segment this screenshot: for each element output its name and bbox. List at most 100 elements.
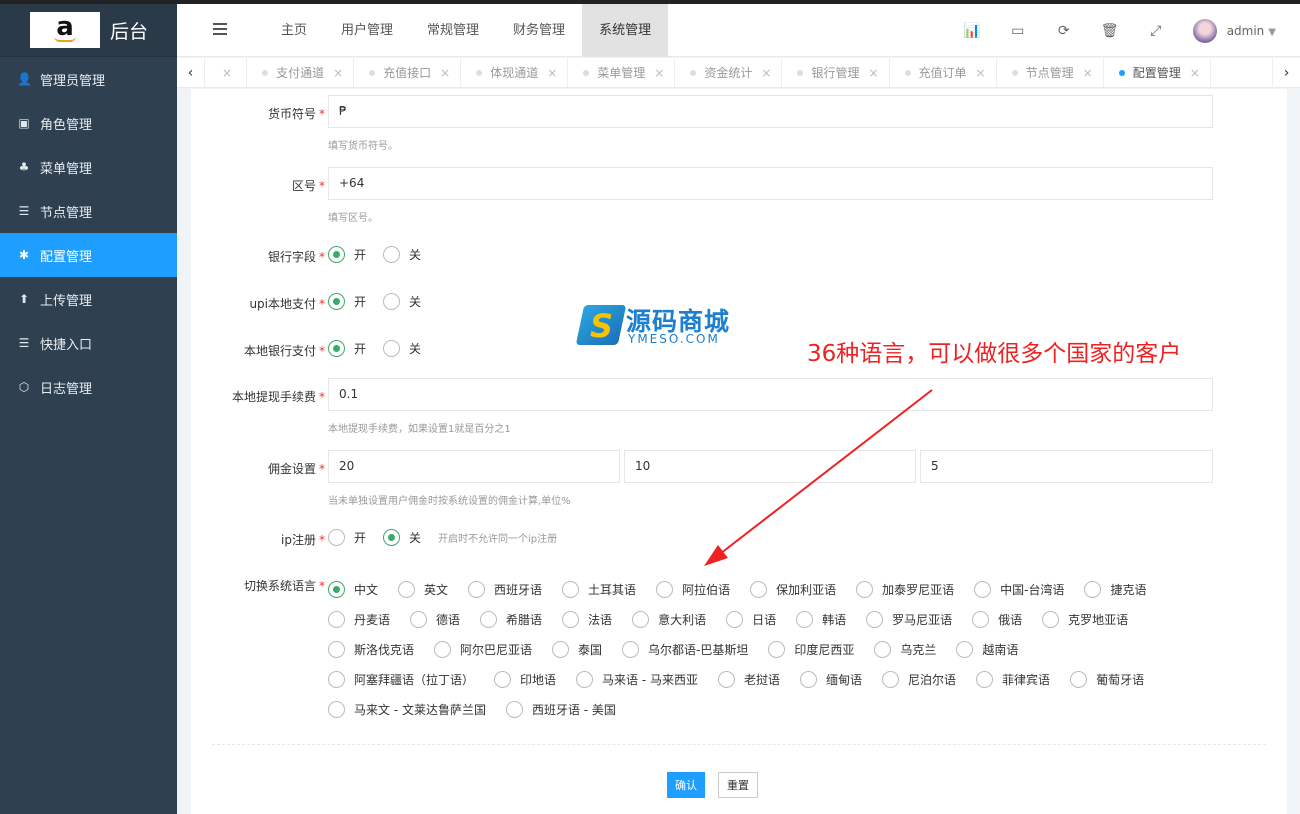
language-radio[interactable]: 尼泊尔语 — [882, 670, 956, 688]
tab-4[interactable]: 资金统计 × — [675, 58, 783, 87]
header-tools: 📊 ▭ ⟳ 🗑 ⤢ admin ▼ — [949, 4, 1300, 57]
refresh-icon[interactable]: ⟳ — [1041, 23, 1087, 39]
tabs-scroll-left-icon[interactable]: ‹ — [177, 58, 205, 88]
language-radio[interactable]: 阿拉伯语 — [656, 580, 730, 598]
sidebar-item-1[interactable]: ▣ 角色管理 — [0, 101, 177, 145]
close-icon[interactable]: × — [547, 66, 557, 80]
bank-field-on-radio[interactable]: 开 — [328, 246, 366, 263]
tab-5[interactable]: 银行管理 × — [782, 58, 890, 87]
tab-2[interactable]: 体现通道 × — [461, 58, 569, 87]
card-icon[interactable]: ▭ — [995, 23, 1041, 39]
sidebar-item-0[interactable]: 👤 管理员管理 — [0, 57, 177, 101]
amazon-logo[interactable]: a — [30, 12, 100, 48]
language-radio[interactable]: 印地语 — [494, 670, 556, 688]
close-icon[interactable]: × — [333, 66, 343, 80]
language-radio[interactable]: 西班牙语 - 美国 — [505, 700, 616, 718]
language-label: 德语 — [436, 612, 461, 627]
bank-field-off-radio[interactable]: 关 — [383, 246, 421, 263]
top-menu-item-4[interactable]: 系统管理 — [582, 4, 669, 57]
user-menu[interactable]: admin ▼ — [1227, 24, 1276, 38]
language-radio[interactable]: 保加利亚语 — [750, 580, 836, 598]
language-radio[interactable]: 克罗地亚语 — [1042, 610, 1128, 628]
tab-home[interactable]: × — [205, 58, 248, 87]
commission-level1-input[interactable]: 20 — [328, 450, 620, 483]
language-radio[interactable]: 中国-台湾语 — [974, 580, 1064, 598]
language-radio[interactable]: 马来文 - 文莱达鲁萨兰国 — [328, 700, 486, 718]
local-bank-pay-off-radio[interactable]: 关 — [383, 340, 421, 357]
language-radio[interactable]: 越南语 — [956, 640, 1018, 658]
language-radio[interactable]: 罗马尼亚语 — [866, 610, 952, 628]
currency-input[interactable]: ₱ — [328, 95, 1213, 128]
language-radio[interactable]: 中文 — [328, 580, 378, 598]
tab-6[interactable]: 充值订单 × — [890, 58, 997, 87]
ip-register-off-radio[interactable]: 关 — [383, 529, 421, 546]
chart-icon[interactable]: 📊 — [949, 23, 995, 39]
fullscreen-icon[interactable]: ⤢ — [1133, 23, 1179, 39]
language-radio[interactable]: 马来语 - 马来西亚 — [576, 670, 698, 688]
area-code-label: 区号 * — [291, 179, 325, 193]
language-radio[interactable]: 希腊语 — [480, 610, 542, 628]
sidebar-item-4[interactable]: ✱ 配置管理 — [0, 233, 177, 277]
ip-register-on-radio[interactable]: 开 — [328, 529, 366, 546]
sidebar-item-7[interactable]: ⬡ 日志管理 — [0, 365, 177, 409]
tab-0[interactable]: 支付通道 × — [247, 58, 355, 87]
language-radio[interactable]: 葡萄牙语 — [1070, 670, 1144, 688]
language-radio[interactable]: 缅甸语 — [800, 670, 862, 688]
tab-8[interactable]: 配置管理 × — [1104, 58, 1211, 87]
top-menu-item-1[interactable]: 用户管理 — [324, 4, 410, 57]
tab-3[interactable]: 菜单管理 × — [568, 58, 676, 87]
local-bank-pay-on-radio[interactable]: 开 — [328, 340, 366, 357]
language-radio[interactable]: 丹麦语 — [328, 610, 390, 628]
language-radio[interactable]: 法语 — [562, 610, 612, 628]
language-radio[interactable]: 斯洛伐克语 — [328, 640, 414, 658]
close-icon[interactable]: × — [976, 66, 986, 80]
sidebar-item-6[interactable]: ☰ 快捷入口 — [0, 321, 177, 365]
withdraw-fee-input[interactable]: 0.1 — [328, 378, 1213, 411]
upi-pay-off-radio[interactable]: 关 — [383, 293, 421, 310]
language-radio[interactable]: 日语 — [726, 610, 776, 628]
commission-level2-input[interactable]: 10 — [624, 450, 916, 483]
sidebar-toggle-icon[interactable] — [213, 23, 227, 35]
top-menu-item-2[interactable]: 常规管理 — [410, 4, 496, 57]
top-menu-item-3[interactable]: 财务管理 — [496, 4, 582, 57]
submit-button[interactable]: 确认 — [667, 772, 705, 798]
language-radio[interactable]: 德语 — [410, 610, 461, 628]
language-radio[interactable]: 菲律宾语 — [976, 670, 1051, 688]
tab-7[interactable]: 节点管理 × — [997, 58, 1104, 87]
close-icon[interactable]: × — [1083, 66, 1093, 80]
sidebar-item-3[interactable]: ☰ 节点管理 — [0, 189, 177, 233]
language-radio[interactable]: 印度尼西亚 — [768, 640, 854, 658]
language-radio[interactable]: 乌尔都语-巴基斯坦 — [622, 640, 748, 658]
close-icon[interactable]: × — [654, 66, 664, 80]
language-label: 菲律宾语 — [1002, 672, 1051, 687]
close-icon[interactable]: × — [222, 66, 232, 80]
language-radio[interactable]: 捷克语 — [1084, 580, 1146, 598]
area-code-input[interactable]: +64 — [328, 167, 1213, 200]
close-icon[interactable]: × — [440, 66, 450, 80]
language-radio[interactable]: 韩语 — [796, 610, 846, 628]
tab-1[interactable]: 充值接口 × — [354, 58, 462, 87]
language-radio[interactable]: 老挝语 — [718, 670, 780, 688]
close-icon[interactable]: × — [868, 66, 878, 80]
language-radio[interactable]: 泰国 — [552, 640, 602, 658]
language-radio[interactable]: 加泰罗尼亚语 — [856, 580, 954, 598]
language-radio[interactable]: 俄语 — [972, 610, 1022, 628]
close-icon[interactable]: × — [1190, 66, 1200, 80]
language-radio[interactable]: 土耳其语 — [562, 580, 636, 598]
close-icon[interactable]: × — [761, 66, 771, 80]
language-radio[interactable]: 乌克兰 — [874, 640, 936, 658]
language-radio[interactable]: 西班牙语 — [468, 580, 542, 598]
sidebar-item-5[interactable]: ⬆ 上传管理 — [0, 277, 177, 321]
language-radio[interactable]: 意大利语 — [632, 610, 706, 628]
sidebar-item-2[interactable]: ♣ 菜单管理 — [0, 145, 177, 189]
trash-icon[interactable]: 🗑 — [1087, 23, 1133, 39]
language-radio[interactable]: 阿尔巴尼亚语 — [434, 640, 532, 658]
top-menu-item-0[interactable]: 主页 — [264, 4, 324, 57]
tabs-scroll-right-icon[interactable]: › — [1272, 58, 1300, 88]
language-radio[interactable]: 英文 — [398, 580, 448, 598]
reset-button[interactable]: 重置 — [718, 772, 758, 798]
upi-pay-on-radio[interactable]: 开 — [328, 293, 366, 310]
language-radio[interactable]: 阿塞拜疆语（拉丁语） — [328, 670, 474, 688]
avatar[interactable] — [1192, 18, 1217, 43]
commission-level3-input[interactable]: 5 — [920, 450, 1213, 483]
